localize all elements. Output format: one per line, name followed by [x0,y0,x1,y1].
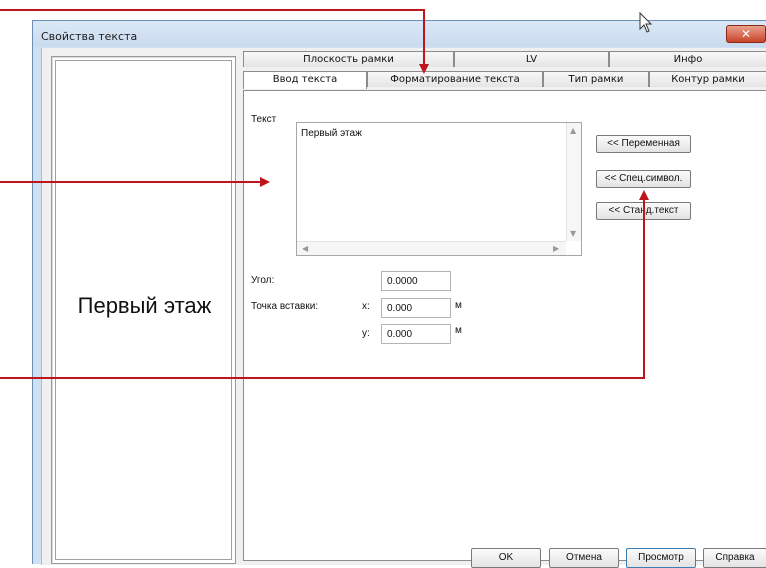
help-button[interactable]: Справка [703,548,766,568]
insert-point-x-label: x: [362,301,370,312]
preview-text: Первый этаж [77,293,212,318]
horizontal-scrollbar[interactable]: ◀ ▶ [297,241,566,255]
close-icon: ✕ [740,27,752,41]
tab-text-entry[interactable]: Ввод текста [243,71,367,89]
tab-lv[interactable]: LV [454,51,609,67]
preview-frame: Первый этаж [55,60,232,560]
tab-frame-outline[interactable]: Контур рамки [649,71,766,87]
insert-variable-button[interactable]: << Переменная [596,135,691,153]
insert-point-y-field[interactable]: 0.000 [381,324,451,344]
text-input-value: Первый этаж [301,128,362,139]
angle-label: Угол: [251,275,275,286]
text-label: Текст [251,114,277,125]
vertical-scrollbar[interactable]: ▲ ▼ [566,123,581,241]
insert-point-y-unit: м [455,325,462,336]
scroll-right-icon[interactable]: ▶ [553,244,559,253]
scroll-left-icon[interactable]: ◀ [302,244,308,253]
insert-point-y-label: y: [362,328,370,339]
scroll-up-icon[interactable]: ▲ [570,126,576,135]
insert-point-x-unit: м [455,300,462,311]
tab-frame-plane[interactable]: Плоскость рамки [243,51,454,67]
cancel-button[interactable]: Отмена [549,548,619,568]
close-button[interactable]: ✕ [726,25,766,43]
tab-frame-type[interactable]: Тип рамки [543,71,649,87]
insert-standard-text-button[interactable]: << Станд.текст [596,202,691,220]
insert-point-x-field[interactable]: 0.000 [381,298,451,318]
tab-text-formatting[interactable]: Форматирование текста [367,71,543,87]
tab-info[interactable]: Инфо [609,51,766,67]
title-bar[interactable]: Свойства текста ✕ [33,21,766,47]
dialog-client: Первый этаж Плоскость рамки LV Инфо Ввод… [41,48,766,568]
text-preview-pane: Первый этаж [51,56,236,564]
ok-button[interactable]: OK [471,548,541,568]
mouse-pointer-icon [639,12,653,33]
insert-point-label: Точка вставки: [251,301,319,312]
angle-field[interactable]: 0.0000 [381,271,451,291]
scroll-down-icon[interactable]: ▼ [570,229,576,238]
dialog-window: Свойства текста ✕ Первый этаж Плоскость … [32,20,766,568]
insert-special-symbol-button[interactable]: << Спец.символ. [596,170,691,188]
preview-button[interactable]: Просмотр [626,548,696,568]
text-input-area[interactable]: Первый этаж ▲ ▼ ◀ ▶ [296,122,582,256]
window-title: Свойства текста [41,30,138,43]
tab-panel-text-entry: Текст Первый этаж ▲ ▼ ◀ ▶ << Переменная … [243,90,766,561]
